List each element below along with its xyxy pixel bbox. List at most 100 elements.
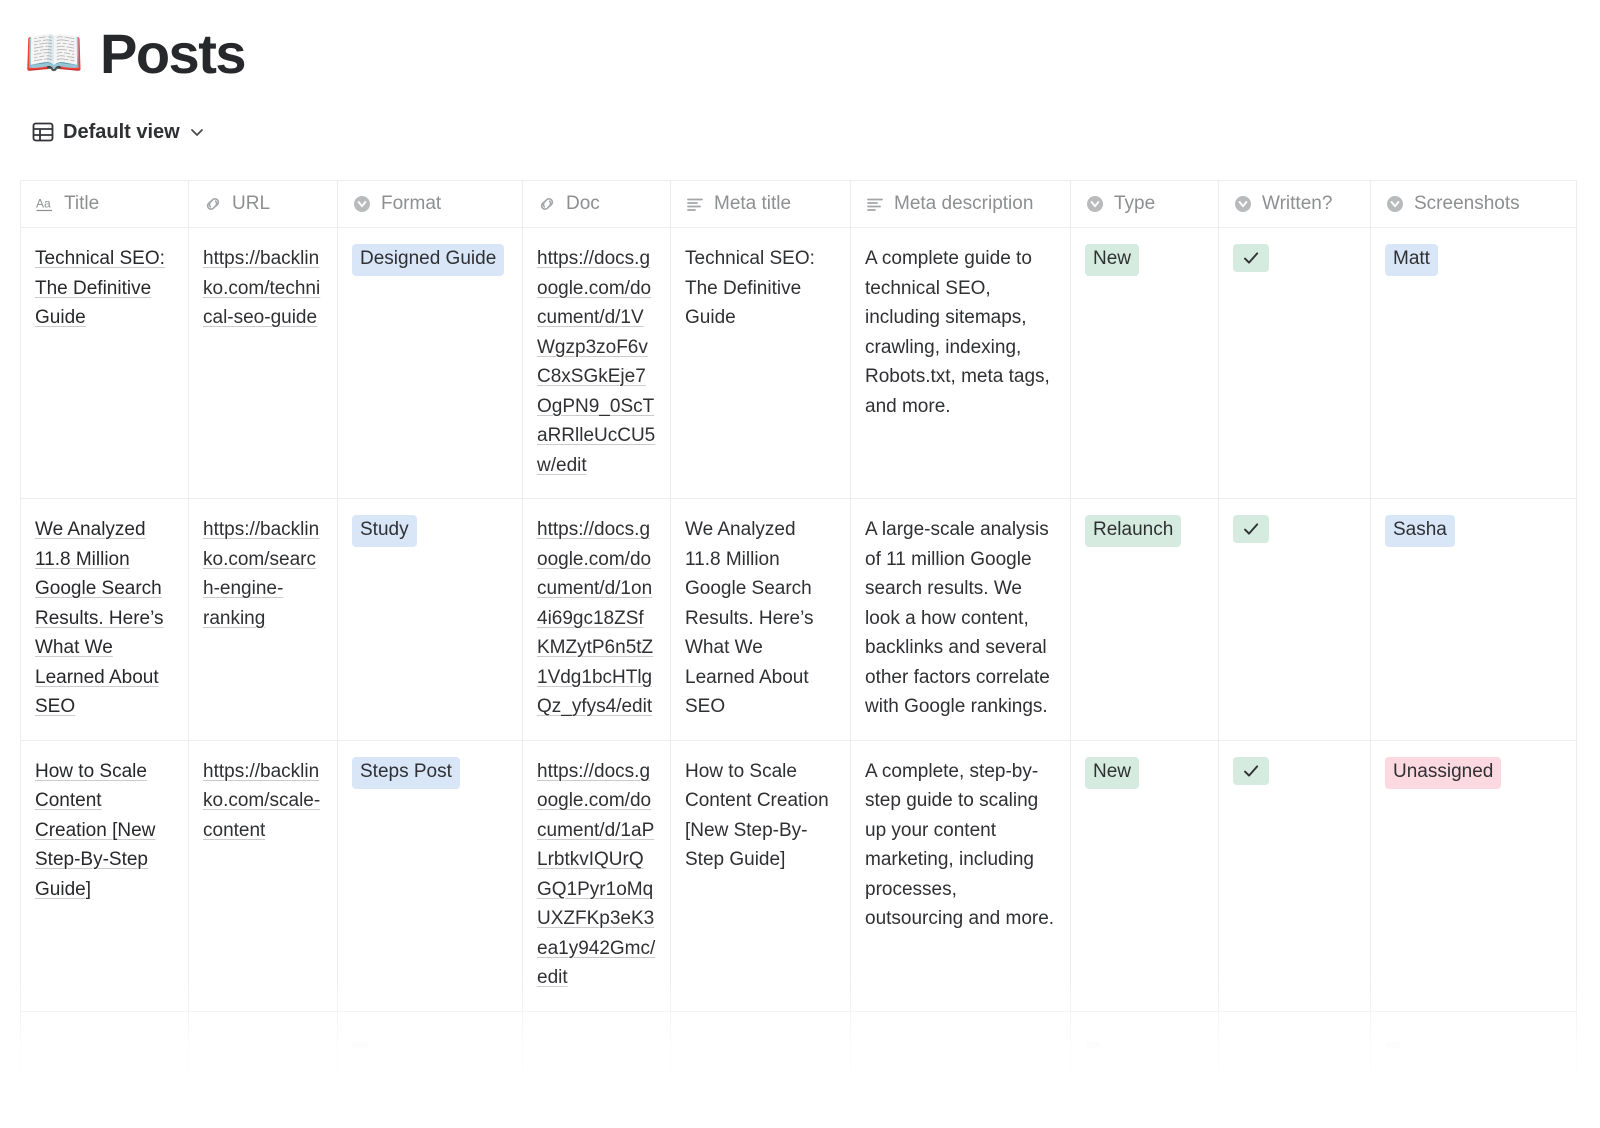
column-header-label: Screenshots: [1414, 193, 1520, 215]
cell-format[interactable]: Designed Guide: [338, 228, 523, 499]
cell-type[interactable]: New: [1071, 740, 1219, 1011]
cell-written[interactable]: [1219, 1011, 1371, 1075]
format-tag[interactable]: Study: [352, 515, 417, 547]
format-tag[interactable]: Designed Guide: [352, 244, 504, 276]
column-header-meta-title[interactable]: Meta title: [671, 181, 851, 228]
cell-meta-description[interactable]: A complete, step-by-step guide to scalin…: [851, 740, 1071, 1011]
row-url-link[interactable]: https://backlinko.com/scale-content: [203, 761, 320, 841]
cell-url[interactable]: [189, 1011, 338, 1075]
table-grid-icon: [32, 121, 54, 143]
cell-meta-title[interactable]: Technical SEO: The Definitive Guide: [671, 228, 851, 499]
cell-screenshots[interactable]: Unassigned: [1371, 740, 1577, 1011]
cell-title[interactable]: Technical SEO: The Definitive Guide: [21, 228, 189, 499]
select-icon: [352, 194, 372, 214]
column-header-url[interactable]: URL: [189, 181, 338, 228]
link-icon: [203, 194, 223, 214]
table-row[interactable]: We Analyzed 11.8 Million Google Search R…: [21, 499, 1577, 741]
written-check-tag[interactable]: [1233, 515, 1269, 543]
format-tag[interactable]: [352, 1042, 368, 1048]
table-header-row: Aa Title: [21, 181, 1577, 228]
meta-description-text: A complete, step-by-step guide to scalin…: [851, 741, 1070, 952]
row-doc-link[interactable]: https://docs.google.com/document/d/1on4i…: [537, 519, 653, 717]
column-header-label: Type: [1114, 193, 1155, 215]
type-tag[interactable]: New: [1085, 244, 1139, 276]
cell-type[interactable]: New: [1071, 228, 1219, 499]
table-row[interactable]: How to Scale Content Creation [New Step-…: [21, 740, 1577, 1011]
cell-written[interactable]: [1219, 740, 1371, 1011]
cell-title[interactable]: [21, 1011, 189, 1075]
column-header-meta-description[interactable]: Meta description: [851, 181, 1071, 228]
cell-meta-title[interactable]: We Analyzed 11.8 Million Google Search R…: [671, 499, 851, 741]
cell-meta-title[interactable]: [671, 1011, 851, 1075]
cell-doc[interactable]: [523, 1011, 671, 1075]
cell-meta-title[interactable]: How to Scale Content Creation [New Step-…: [671, 740, 851, 1011]
view-selector[interactable]: Default view: [0, 106, 1600, 158]
type-tag[interactable]: Relaunch: [1085, 515, 1181, 547]
cell-url[interactable]: https://backlinko.com/technical-seo-guid…: [189, 228, 338, 499]
check-icon: [1241, 248, 1261, 268]
row-doc-link[interactable]: https://docs.google.com/document/d/1aPLr…: [537, 761, 655, 989]
column-header-label: Meta title: [714, 193, 791, 215]
column-header-format[interactable]: Format: [338, 181, 523, 228]
cell-doc[interactable]: https://docs.google.com/document/d/1on4i…: [523, 499, 671, 741]
row-title-link[interactable]: How to Scale Content Creation [New Step-…: [35, 761, 155, 900]
cell-screenshots[interactable]: [1371, 1011, 1577, 1075]
table-row[interactable]: Technical SEO: The Definitive Guide http…: [21, 228, 1577, 499]
cell-screenshots[interactable]: Sasha: [1371, 499, 1577, 741]
row-title-link[interactable]: We Analyzed 11.8 Million Google Search R…: [35, 519, 163, 717]
column-header-doc[interactable]: Doc: [523, 181, 671, 228]
column-header-title[interactable]: Aa Title: [21, 181, 189, 228]
meta-description-text: [851, 1012, 1070, 1046]
text-lines-icon: [685, 194, 705, 214]
svg-text:Aa: Aa: [36, 197, 51, 211]
cell-url[interactable]: https://backlinko.com/search-engine-rank…: [189, 499, 338, 741]
select-icon: [1085, 194, 1105, 214]
written-check-tag[interactable]: [1233, 757, 1269, 785]
column-header-label: Written?: [1262, 193, 1332, 215]
type-tag[interactable]: [1085, 1042, 1101, 1048]
format-tag[interactable]: Steps Post: [352, 757, 460, 789]
row-url-link[interactable]: https://backlinko.com/search-engine-rank…: [203, 519, 319, 629]
row-url-link[interactable]: https://backlinko.com/technical-seo-guid…: [203, 248, 320, 328]
meta-title-text: Technical SEO: The Definitive Guide: [671, 228, 850, 351]
screenshots-tag[interactable]: Matt: [1385, 244, 1438, 276]
open-book-emoji[interactable]: 📖: [24, 30, 80, 78]
meta-title-text: [671, 1012, 850, 1046]
cell-meta-description[interactable]: A large-scale analysis of 11 million Goo…: [851, 499, 1071, 741]
link-icon: [537, 194, 557, 214]
cell-format[interactable]: Study: [338, 499, 523, 741]
row-title-link[interactable]: Technical SEO: The Definitive Guide: [35, 248, 165, 328]
meta-title-text: How to Scale Content Creation [New Step-…: [671, 741, 850, 893]
screenshots-tag[interactable]: Sasha: [1385, 515, 1455, 547]
page-header: 📖 Posts: [0, 0, 1600, 86]
cell-format[interactable]: [338, 1011, 523, 1075]
cell-doc[interactable]: https://docs.google.com/document/d/1aPLr…: [523, 740, 671, 1011]
database-table-scroll[interactable]: Aa Title: [20, 180, 1600, 1128]
cell-type[interactable]: [1071, 1011, 1219, 1075]
cell-title[interactable]: How to Scale Content Creation [New Step-…: [21, 740, 189, 1011]
cell-written[interactable]: [1219, 228, 1371, 499]
column-header-written[interactable]: Written?: [1219, 181, 1371, 228]
column-header-type[interactable]: Type: [1071, 181, 1219, 228]
text-lines-icon: [865, 194, 885, 214]
meta-description-text: A complete guide to technical SEO, inclu…: [851, 228, 1070, 439]
screenshots-tag[interactable]: [1385, 1042, 1401, 1048]
column-header-screenshots[interactable]: Screenshots: [1371, 181, 1577, 228]
cell-doc[interactable]: https://docs.google.com/document/d/1VWgz…: [523, 228, 671, 499]
column-header-label: Meta description: [894, 193, 1033, 215]
cell-meta-description[interactable]: [851, 1011, 1071, 1075]
cell-title[interactable]: We Analyzed 11.8 Million Google Search R…: [21, 499, 189, 741]
cell-type[interactable]: Relaunch: [1071, 499, 1219, 741]
chevron-down-icon[interactable]: [189, 124, 205, 140]
row-doc-link[interactable]: https://docs.google.com/document/d/1VWgz…: [537, 248, 655, 476]
screenshots-tag[interactable]: Unassigned: [1385, 757, 1501, 789]
cell-screenshots[interactable]: Matt: [1371, 228, 1577, 499]
table-row[interactable]: [21, 1011, 1577, 1075]
type-tag[interactable]: New: [1085, 757, 1139, 789]
page-title[interactable]: Posts: [100, 26, 245, 82]
cell-meta-description[interactable]: A complete guide to technical SEO, inclu…: [851, 228, 1071, 499]
cell-url[interactable]: https://backlinko.com/scale-content: [189, 740, 338, 1011]
written-check-tag[interactable]: [1233, 244, 1269, 272]
cell-written[interactable]: [1219, 499, 1371, 741]
cell-format[interactable]: Steps Post: [338, 740, 523, 1011]
